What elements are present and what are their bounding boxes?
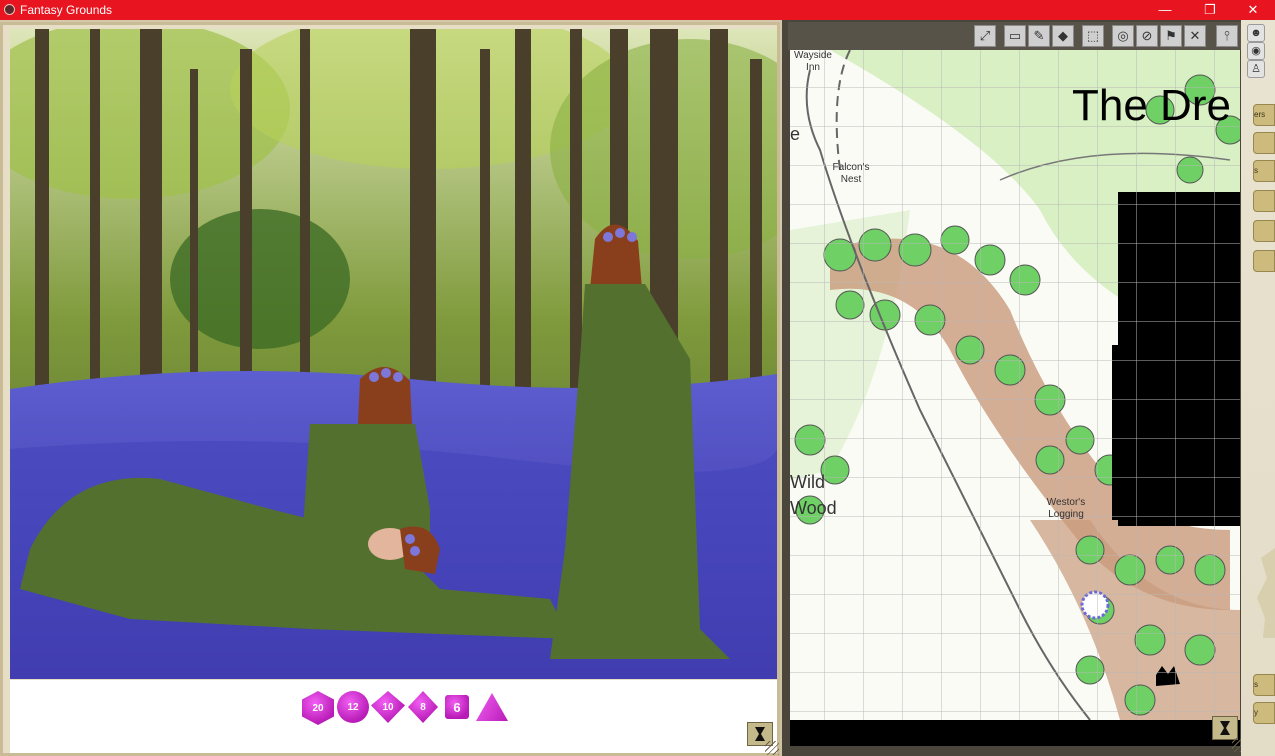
- label-westors-logging: Westor's Logging: [1046, 497, 1086, 520]
- map-view[interactable]: Wayside Inn Falcon's Nest e Wild Wood We…: [790, 50, 1240, 720]
- character-icon[interactable]: ♙: [1247, 60, 1265, 78]
- clear-icon[interactable]: ✕: [1184, 25, 1206, 47]
- map-toolbar: ⤢ ▭ ✎ ◆ ⬚ ◎ ⊘ ⚑ ✕ ⫯: [788, 22, 1242, 50]
- globe-icon[interactable]: ◉: [1247, 42, 1265, 60]
- sidebar-button-7[interactable]: s: [1253, 674, 1275, 696]
- forest-image: [10, 29, 777, 679]
- label-partial-letter: e: [790, 124, 801, 144]
- label-wood: Wood: [790, 498, 837, 518]
- map-panel[interactable]: ⤢ ▭ ✎ ◆ ⬚ ◎ ⊘ ⚑ ✕ ⫯ Wayside Inn Falcon's…: [782, 20, 1248, 756]
- party-icon[interactable]: ☻: [1247, 24, 1265, 42]
- close-button[interactable]: ✕: [1231, 0, 1275, 20]
- right-sidebar: ☻ ◉ ♙ ers s s y: [1241, 20, 1275, 756]
- image-viewer-panel[interactable]: 20 12 10 8 6: [0, 22, 780, 756]
- window-title: Fantasy Grounds: [20, 3, 113, 17]
- brush-icon[interactable]: ✎: [1028, 25, 1050, 47]
- select-icon[interactable]: ⬚: [1082, 25, 1104, 47]
- minimize-button[interactable]: —: [1143, 0, 1187, 20]
- app-icon: [4, 4, 15, 15]
- sidebar-button-6[interactable]: [1253, 250, 1275, 272]
- flag-icon[interactable]: ⚑: [1160, 25, 1182, 47]
- sidebar-button-5[interactable]: [1253, 220, 1275, 242]
- label-wayside-inn: Wayside Inn: [794, 50, 832, 73]
- target-icon[interactable]: ◎: [1112, 25, 1134, 47]
- d6-die-icon[interactable]: 6: [445, 695, 469, 719]
- eraser-icon[interactable]: ◆: [1052, 25, 1074, 47]
- sidebar-button-3[interactable]: s: [1253, 160, 1275, 182]
- label-wild: Wild: [790, 472, 825, 492]
- decoration-silhouette: [1257, 548, 1275, 638]
- d4-die-icon[interactable]: [476, 693, 508, 721]
- sidebar-button-8[interactable]: y: [1253, 702, 1275, 724]
- dice-tray: 20 12 10 8 6: [10, 680, 777, 753]
- map-bottom-bar: [790, 720, 1240, 746]
- d8-die-icon[interactable]: 8: [408, 691, 438, 723]
- resize-grip[interactable]: [765, 741, 779, 755]
- fullscreen-icon[interactable]: ⤢: [974, 25, 996, 47]
- sidebar-button-2[interactable]: [1253, 132, 1275, 154]
- mask-icon[interactable]: ▭: [1004, 25, 1026, 47]
- hourglass-icon[interactable]: [1212, 716, 1238, 740]
- sidebar-button-1[interactable]: ers: [1253, 104, 1275, 126]
- restore-button[interactable]: ❐: [1188, 0, 1232, 20]
- d10-die-icon[interactable]: 10: [371, 691, 405, 723]
- d12-die-icon[interactable]: 12: [337, 691, 369, 723]
- map-title: The Dre: [1072, 81, 1231, 130]
- pin-icon[interactable]: ⫯: [1216, 25, 1238, 47]
- label-falcons-nest: Falcon's Nest: [832, 162, 870, 185]
- title-bar: Fantasy Grounds — ❐ ✕: [0, 0, 1275, 20]
- d20-die-icon[interactable]: 20: [302, 691, 334, 725]
- no-target-icon[interactable]: ⊘: [1136, 25, 1158, 47]
- sidebar-button-4[interactable]: [1253, 190, 1275, 212]
